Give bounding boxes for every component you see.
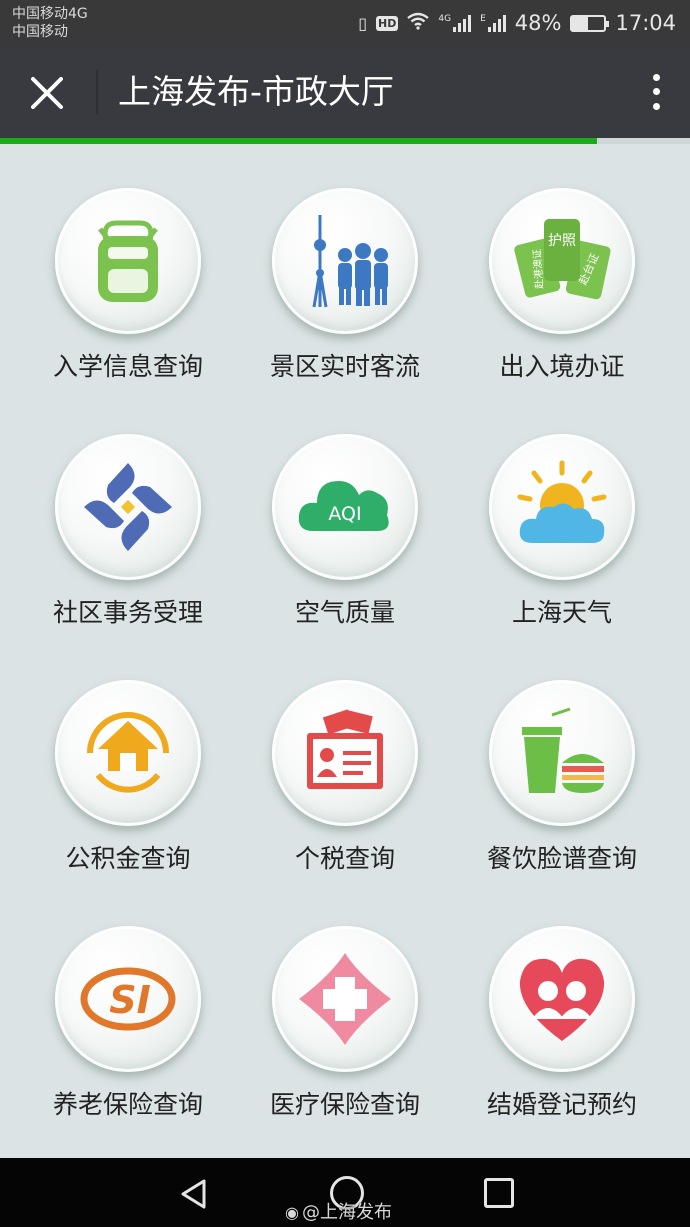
battery-percent: 48% [514, 11, 562, 35]
carrier-info: 中国移动4G 中国移动 [12, 5, 88, 41]
status-indicators: ▯ HD 4G E 48% 17:04 [358, 9, 676, 37]
back-button[interactable] [178, 1178, 210, 1210]
community-knot-icon [84, 463, 172, 551]
more-dot [652, 73, 660, 81]
service-pension-insurance[interactable]: SI 养老保险查询 [13, 882, 243, 1128]
service-grid: 入学信息查询 景区实时客流 赴港澳证 赴台证 护照 出入境办证 社区事务受理 A… [0, 144, 690, 1158]
sun-cloud-icon [517, 460, 607, 543]
service-exit-entry[interactable]: 赴港澳证 赴台证 护照 出入境办证 [447, 144, 677, 390]
aqi-text: AQI [328, 503, 361, 525]
wifi-icon [407, 12, 430, 34]
couple-heart-icon [519, 958, 605, 1041]
card-mid-text: 护照 [548, 233, 576, 249]
close-button[interactable] [22, 68, 72, 118]
service-label: 空气质量 [294, 598, 395, 627]
service-label: 入学信息查询 [52, 352, 203, 381]
battery-icon [570, 14, 610, 32]
service-label: 景区实时客流 [269, 352, 420, 381]
service-bubble[interactable] [489, 926, 635, 1072]
service-weather[interactable]: 上海天气 [447, 390, 677, 636]
network-4g-label: 4G [438, 14, 452, 24]
network-e-label: E [480, 14, 486, 24]
more-dot [652, 103, 660, 111]
service-bubble[interactable]: SI [55, 926, 201, 1072]
clock: 17:04 [615, 11, 676, 35]
title-divider [96, 70, 98, 114]
carrier-line-2: 中国移动 [12, 24, 68, 40]
page-title: 上海发布-市政大厅 [118, 72, 394, 111]
social-insurance-icon: SI [80, 967, 176, 1031]
service-label: 出入境办证 [499, 352, 625, 381]
service-marriage-booking[interactable]: 结婚登记预约 [447, 882, 677, 1128]
service-label: 社区事务受理 [52, 598, 203, 627]
drink-burger-icon [522, 707, 604, 793]
service-restaurant-rating[interactable]: 餐饮脸谱查询 [447, 636, 677, 882]
service-community[interactable]: 社区事务受理 [13, 390, 243, 636]
house-fund-icon [87, 712, 169, 793]
si-text: SI [109, 978, 151, 1022]
service-bubble[interactable] [272, 680, 418, 826]
medical-cross-icon [299, 953, 391, 1045]
service-air-quality[interactable]: AQI 空气质量 [230, 390, 460, 636]
service-label: 养老保险查询 [52, 1090, 203, 1119]
more-menu-button[interactable] [646, 70, 666, 114]
signal-e-icon: E [480, 14, 506, 32]
service-label: 个税查询 [294, 844, 395, 873]
weibo-watermark: ◉ @上海发布 [285, 1198, 392, 1224]
service-scenic-flow[interactable]: 景区实时客流 [230, 144, 460, 390]
service-medical-insurance[interactable]: 医疗保险查询 [230, 882, 460, 1128]
service-housing-fund[interactable]: 公积金查询 [13, 636, 243, 882]
service-label: 医疗保险查询 [269, 1090, 420, 1119]
service-bubble[interactable] [489, 434, 635, 580]
service-bubble[interactable] [55, 188, 201, 334]
title-bar: 上海发布-市政大厅 [0, 46, 690, 138]
service-bubble[interactable]: AQI [272, 434, 418, 580]
service-label: 餐饮脸谱查询 [486, 844, 637, 873]
service-income-tax[interactable]: 个税查询 [230, 636, 460, 882]
service-bubble[interactable] [272, 188, 418, 334]
backpack-icon [98, 220, 158, 302]
signal-4g-icon: 4G [438, 14, 472, 32]
recent-apps-button[interactable] [484, 1178, 514, 1208]
service-label: 结婚登记预约 [486, 1090, 637, 1119]
tower-crowd-icon [312, 215, 388, 308]
service-label: 上海天气 [511, 598, 612, 627]
service-label: 公积金查询 [65, 844, 191, 873]
service-bubble[interactable] [272, 926, 418, 1072]
status-bar: 中国移动4G 中国移动 ▯ HD 4G E 48% 17:04 [0, 0, 690, 46]
service-bubble[interactable] [55, 434, 201, 580]
hd-badge: HD [376, 15, 399, 31]
service-bubble[interactable]: 赴港澳证 赴台证 护照 [489, 188, 635, 334]
close-icon [31, 77, 63, 109]
vibrate-icon: ▯ [358, 13, 368, 33]
passport-cards-icon: 赴港澳证 赴台证 护照 [514, 219, 611, 300]
service-bubble[interactable] [55, 680, 201, 826]
weibo-icon: ◉ [285, 1203, 299, 1222]
watermark-handle: @上海发布 [301, 1202, 392, 1223]
tax-card-icon [307, 709, 383, 789]
aqi-cloud-icon: AQI [298, 481, 389, 531]
carrier-line-1: 中国移动4G [12, 6, 88, 22]
battery-level [572, 16, 588, 30]
service-enrollment[interactable]: 入学信息查询 [13, 144, 243, 390]
service-bubble[interactable] [489, 680, 635, 826]
more-dot [652, 88, 660, 96]
